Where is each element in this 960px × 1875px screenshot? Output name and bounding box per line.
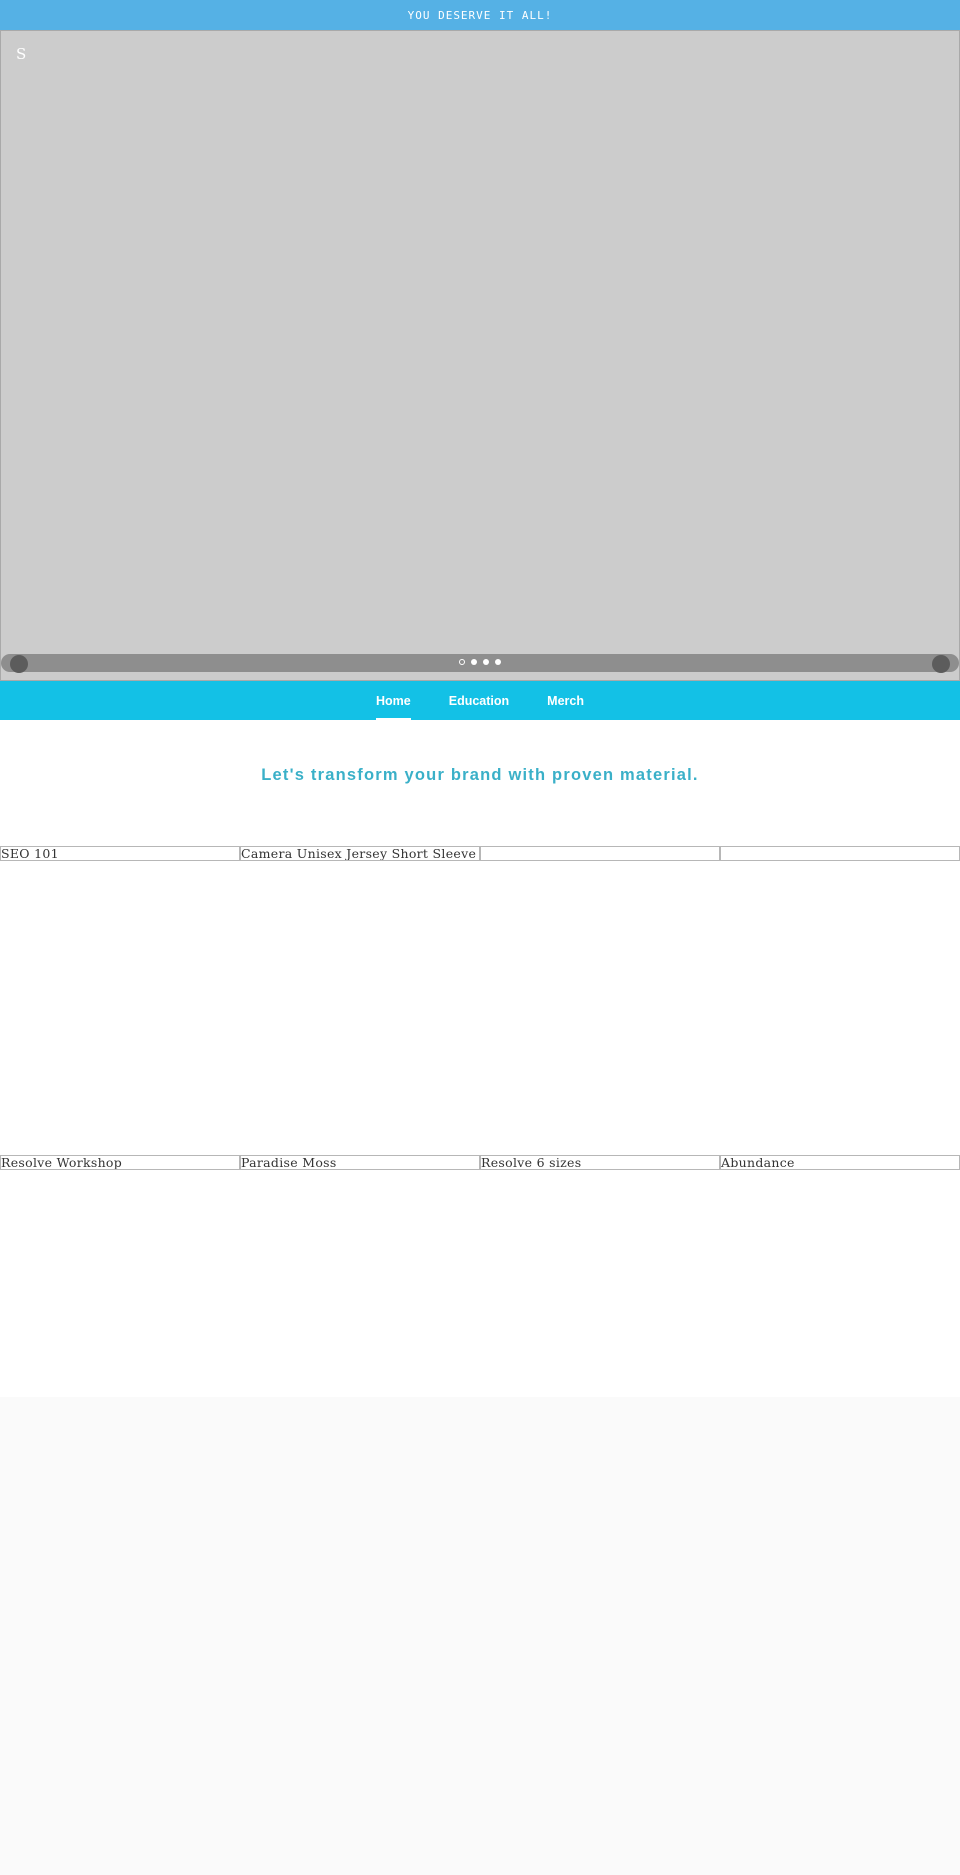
product-card[interactable]: Paradise Moss <box>240 1155 480 1170</box>
main-nav: Home Education Merch <box>0 681 960 720</box>
product-card[interactable] <box>480 846 720 861</box>
slider-prev-icon[interactable] <box>10 655 28 673</box>
product-row: SEO 101 Camera Unisex Jersey Short Sleev… <box>0 846 960 861</box>
slider-controls <box>1 654 959 673</box>
product-row: Resolve Workshop Paradise Moss Resolve 6… <box>0 1155 960 1170</box>
product-card[interactable]: Abundance <box>720 1155 960 1170</box>
nav-item-merch[interactable]: Merch <box>528 681 603 720</box>
slider-next-icon[interactable] <box>932 655 950 673</box>
nav-item-home[interactable]: Home <box>357 681 430 720</box>
slider-dot-1[interactable] <box>459 659 465 665</box>
slider-dots <box>459 659 501 665</box>
announcement-text: YOU DESERVE IT ALL! <box>407 8 553 22</box>
product-card[interactable]: Camera Unisex Jersey Short Sleeve Tee <box>240 846 480 861</box>
footer-area <box>0 1397 960 1875</box>
content-section <box>0 720 960 1397</box>
slider-dot-2[interactable] <box>471 659 477 665</box>
hero-slider[interactable]: S <box>0 30 960 681</box>
hero-placeholder-letter: S <box>16 45 27 63</box>
tagline-heading: Let's transform your brand with proven m… <box>261 766 699 784</box>
product-card[interactable]: SEO 101 <box>0 846 240 861</box>
product-card[interactable] <box>720 846 960 861</box>
slider-dot-4[interactable] <box>495 659 501 665</box>
slider-dot-3[interactable] <box>483 659 489 665</box>
product-card[interactable]: Resolve 6 sizes <box>480 1155 720 1170</box>
product-card[interactable]: Resolve Workshop <box>0 1155 240 1170</box>
nav-item-education[interactable]: Education <box>430 681 528 720</box>
announcement-bar: YOU DESERVE IT ALL! <box>0 0 960 30</box>
